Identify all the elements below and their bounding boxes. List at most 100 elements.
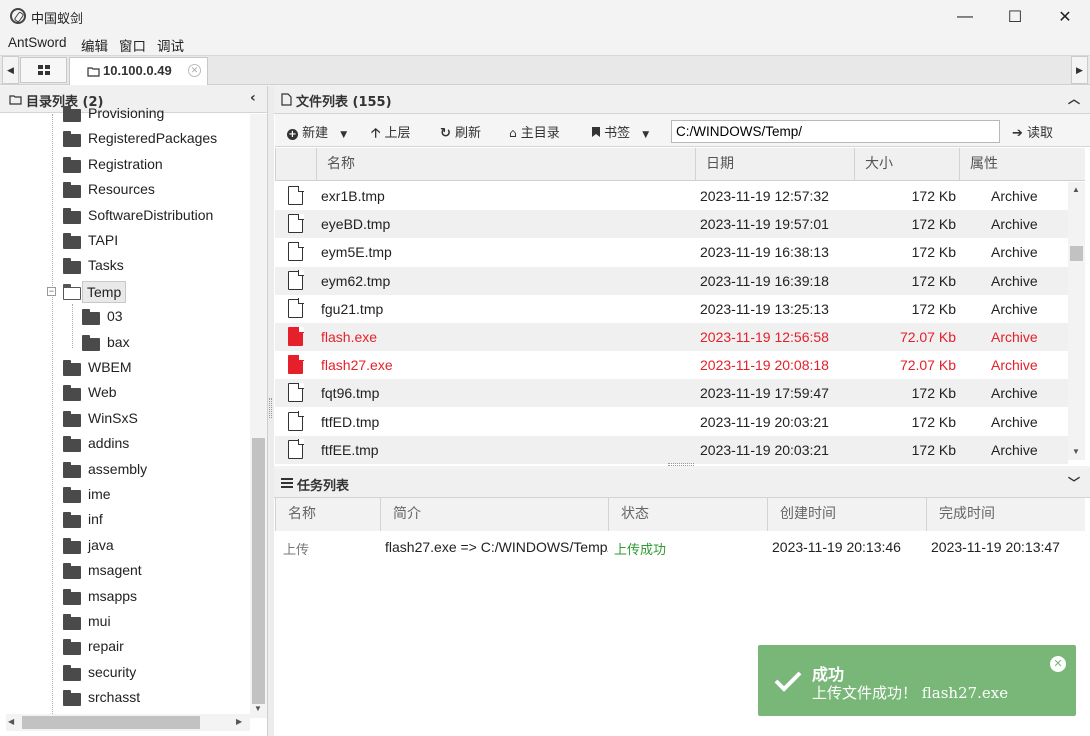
collapse-task-panel-icon[interactable]: ﹀	[1068, 474, 1080, 491]
menu-edit[interactable]: 编辑	[81, 35, 108, 55]
read-button[interactable]: ➔ 读取	[1012, 122, 1053, 141]
tree-item[interactable]: msagent	[0, 559, 250, 583]
file-attr: Archive	[991, 188, 1038, 204]
tree-item-label: Provisioning	[88, 105, 165, 121]
column-attr[interactable]: 属性	[959, 148, 1085, 181]
task-column-name[interactable]: 名称	[275, 498, 380, 531]
tree-item[interactable]: RegisteredPackages	[0, 127, 250, 151]
tree-vscroll[interactable]: ▼	[250, 114, 267, 718]
window-title: 中国蚁剑	[31, 11, 84, 26]
collapse-left-panel-icon[interactable]: ‹	[250, 90, 256, 106]
folder-icon	[63, 106, 81, 122]
home-dir-button[interactable]: ⌂ 主目录	[509, 122, 560, 141]
new-button[interactable]: + 新建 ▼	[287, 122, 347, 141]
task-row[interactable]: 上传 flash27.exe => C:/WINDOWS/Temp/ 上传成功 …	[275, 532, 1085, 562]
tree-item[interactable]: srchasst	[0, 686, 250, 710]
refresh-button[interactable]: ↻ 刷新	[440, 122, 481, 141]
file-attr: Archive	[991, 441, 1038, 458]
file-row[interactable]: fgu21.tmp 2023-11-19 13:25:13 172 Kb Archiv…	[275, 295, 1068, 323]
tree-item-label: addins	[88, 435, 130, 452]
minimize-button[interactable]: —	[940, 0, 990, 33]
menu-debug[interactable]: 调试	[157, 35, 184, 55]
file-row[interactable]: eym5E.tmp 2023-11-19 16:38:13 172 Kb Archiv…	[275, 238, 1068, 266]
file-icon	[288, 185, 304, 205]
task-column-status[interactable]: 状态	[608, 498, 767, 531]
bookmark-button[interactable]: 书签 ▼	[592, 122, 649, 141]
tree-item[interactable]: Resources	[0, 178, 250, 202]
file-list-vscroll-thumb[interactable]	[1070, 246, 1083, 261]
task-column-finished[interactable]: 完成时间	[926, 498, 1085, 531]
tree-item[interactable]: WBEM	[0, 356, 250, 380]
file-row[interactable]: ftfED.tmp 2023-11-19 20:03:21 172 Kb Archiv…	[275, 408, 1068, 436]
file-icon	[288, 439, 304, 459]
tree-item[interactable]: Provisioning	[0, 102, 250, 126]
file-list-vscroll[interactable]: ▲ ▼	[1068, 182, 1085, 460]
file-row[interactable]: fqt96.tmp 2023-11-19 17:59:47 172 Kb Archiv…	[275, 379, 1068, 408]
tab-scroll-right-button[interactable]: ▶	[1071, 56, 1088, 84]
tree-item[interactable]: msapps	[0, 585, 250, 609]
tree-scroll-right-icon[interactable]: ▶	[236, 717, 242, 726]
tree-hscroll[interactable]: ◀ ▶	[6, 714, 250, 731]
column-date[interactable]: 日期	[695, 148, 854, 181]
tree-item[interactable]: java	[0, 534, 250, 558]
file-size: 172 Kb	[911, 188, 956, 204]
tree-scroll-left-icon[interactable]: ◀	[8, 717, 14, 726]
file-size: 172 Kb	[911, 413, 956, 430]
tab-connection[interactable]: 10.100.0.49 ✕	[69, 57, 208, 85]
collapse-file-panel-icon[interactable]: ︿	[1068, 90, 1080, 107]
tree-item[interactable]: ime	[0, 483, 250, 507]
tree-item[interactable]: WinSxS	[0, 407, 250, 431]
column-size[interactable]: 大小	[854, 148, 959, 181]
tree-item[interactable]: repair	[0, 635, 250, 659]
path-input[interactable]	[671, 120, 1000, 143]
column-name[interactable]: 名称	[316, 148, 695, 181]
file-name: eyeBD.tmp	[321, 216, 391, 233]
tree-item[interactable]: SoftwareDistribution	[0, 204, 250, 228]
file-row[interactable]: eym62.tmp 2023-11-19 16:39:18 172 Kb Archiv…	[275, 266, 1068, 295]
tab-close-icon[interactable]: ✕	[188, 64, 201, 77]
close-window-button[interactable]: ✕	[1040, 0, 1090, 33]
tree-item[interactable]: − Temp	[0, 280, 250, 304]
tab-scroll-left-button[interactable]: ◀	[2, 56, 19, 84]
file-row[interactable]: eyeBD.tmp 2023-11-19 19:57:01 172 Kb Archiv…	[275, 210, 1068, 239]
panel-resize-handle[interactable]	[668, 463, 694, 466]
tree-collapse-icon[interactable]: −	[47, 286, 56, 296]
tab-home[interactable]	[20, 57, 67, 83]
folder-icon	[63, 537, 81, 554]
toast-close-icon[interactable]: ✕	[1050, 656, 1066, 672]
caret-down-icon: ▼	[340, 130, 348, 140]
toast-message: 上传文件成功！ flash27.exe	[812, 684, 1009, 702]
task-panel-title: 任务列表	[297, 479, 350, 494]
maximize-button[interactable]: ☐	[990, 0, 1040, 33]
file-date: 2023-11-19 16:38:13	[700, 244, 829, 261]
file-row[interactable]: flash27.exe 2023-11-19 20:08:18 72.07 Kb Ar…	[275, 351, 1068, 379]
task-column-created[interactable]: 创建时间	[767, 498, 926, 531]
tree-item[interactable]: bax	[0, 331, 250, 355]
tree-item[interactable]: security	[0, 661, 250, 685]
file-date: 2023-11-19 19:57:01	[700, 216, 829, 233]
tree-item[interactable]: inf	[0, 508, 250, 532]
scroll-up-icon[interactable]: ▲	[1072, 185, 1080, 194]
file-row[interactable]: flash.exe 2023-11-19 12:56:58 72.07 Kb Arch…	[275, 323, 1068, 351]
menu-window[interactable]: 窗口	[119, 35, 146, 55]
file-name: eym5E.tmp	[321, 244, 392, 261]
up-button[interactable]: 🡡 上层	[371, 122, 411, 146]
tree-item[interactable]: 03	[0, 305, 250, 329]
tree-vscroll-thumb[interactable]	[252, 438, 265, 704]
scroll-down-icon[interactable]: ▼	[1072, 447, 1080, 456]
file-row[interactable]: exr1B.tmp 2023-11-19 12:57:32 172 Kb Archiv…	[275, 182, 1068, 210]
tree-scroll-down-icon[interactable]: ▼	[254, 704, 262, 713]
file-date: 2023-11-19 13:25:13	[700, 300, 829, 317]
task-column-desc[interactable]: 简介	[380, 498, 608, 531]
tree-hscroll-thumb[interactable]	[22, 716, 200, 729]
file-row[interactable]: ftfEE.tmp 2023-11-19 20:03:21 172 Kb Archiv…	[275, 435, 1068, 464]
tree-item[interactable]: Tasks	[0, 254, 250, 278]
tree-item[interactable]: mui	[0, 610, 250, 634]
tree-item[interactable]: assembly	[0, 458, 250, 482]
tree-item[interactable]: TAPI	[0, 229, 250, 253]
tree-item[interactable]: addins	[0, 432, 250, 456]
folder-icon	[82, 309, 100, 326]
tree-item[interactable]: Registration	[0, 153, 250, 177]
menu-antsword[interactable]: AntSword	[8, 35, 67, 50]
tree-item[interactable]: Web	[0, 381, 250, 405]
